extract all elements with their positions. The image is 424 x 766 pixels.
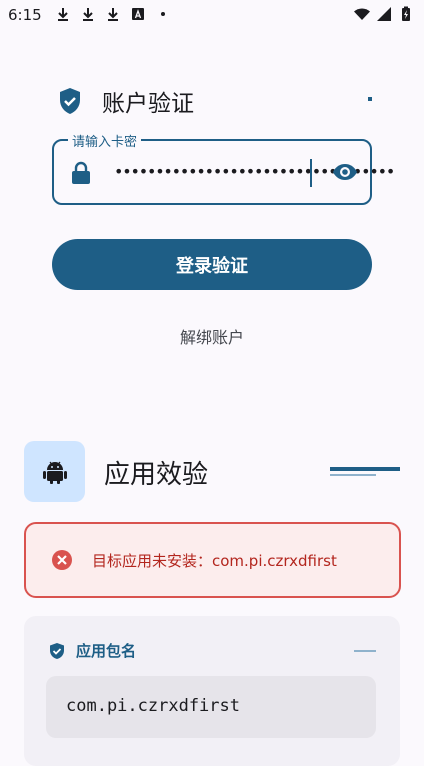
download-icon — [55, 6, 71, 22]
package-name-value-box[interactable]: com.pi.czrxdfirst — [46, 676, 376, 738]
unbind-account-link[interactable]: 解绑账户 — [0, 324, 424, 348]
battery-charging-icon — [398, 6, 414, 22]
decorative-line — [330, 467, 400, 471]
dot-icon — [155, 6, 171, 22]
shield-check-icon — [60, 88, 80, 114]
package-name-label: 应用包名 — [76, 642, 137, 660]
download-icon — [80, 6, 96, 22]
error-alert: 目标应用未安装：com.pi.czrxdfirst — [24, 522, 401, 598]
package-name-card: 应用包名 com.pi.czrxdfirst — [24, 616, 400, 766]
app-a-icon — [130, 6, 146, 22]
decorative-line — [330, 474, 376, 476]
page-title: 账户验证 — [102, 91, 194, 117]
download-icon — [105, 6, 121, 22]
decorative-dot — [368, 97, 372, 101]
app-check-title: 应用效验 — [104, 460, 209, 490]
login-verify-button[interactable]: 登录验证 — [52, 239, 372, 290]
status-bar: 6:15 — [0, 0, 424, 30]
package-name-value: com.pi.czrxdfirst — [66, 696, 240, 716]
card-key-label: 请输入卡密 — [68, 131, 142, 150]
eye-icon[interactable] — [332, 161, 358, 183]
app-tile — [24, 441, 85, 502]
card-key-field[interactable]: 请输入卡密 •••••••••••••••••••••••••••••••••• — [52, 131, 395, 205]
collapse-icon[interactable] — [354, 650, 376, 652]
lock-icon — [72, 161, 90, 184]
status-time: 6:15 — [8, 6, 42, 24]
text-cursor — [310, 159, 312, 187]
signal-icon — [376, 6, 392, 22]
system-icons — [354, 6, 414, 22]
error-circle-icon — [52, 550, 72, 570]
account-header: 账户验证 — [58, 84, 194, 118]
wifi-icon — [354, 6, 370, 22]
error-message: 目标应用未安装：com.pi.czrxdfirst — [92, 552, 337, 570]
notification-icons — [55, 6, 171, 22]
android-icon — [42, 461, 67, 484]
shield-check-icon — [50, 642, 64, 659]
package-name-header: 应用包名 — [48, 640, 136, 661]
